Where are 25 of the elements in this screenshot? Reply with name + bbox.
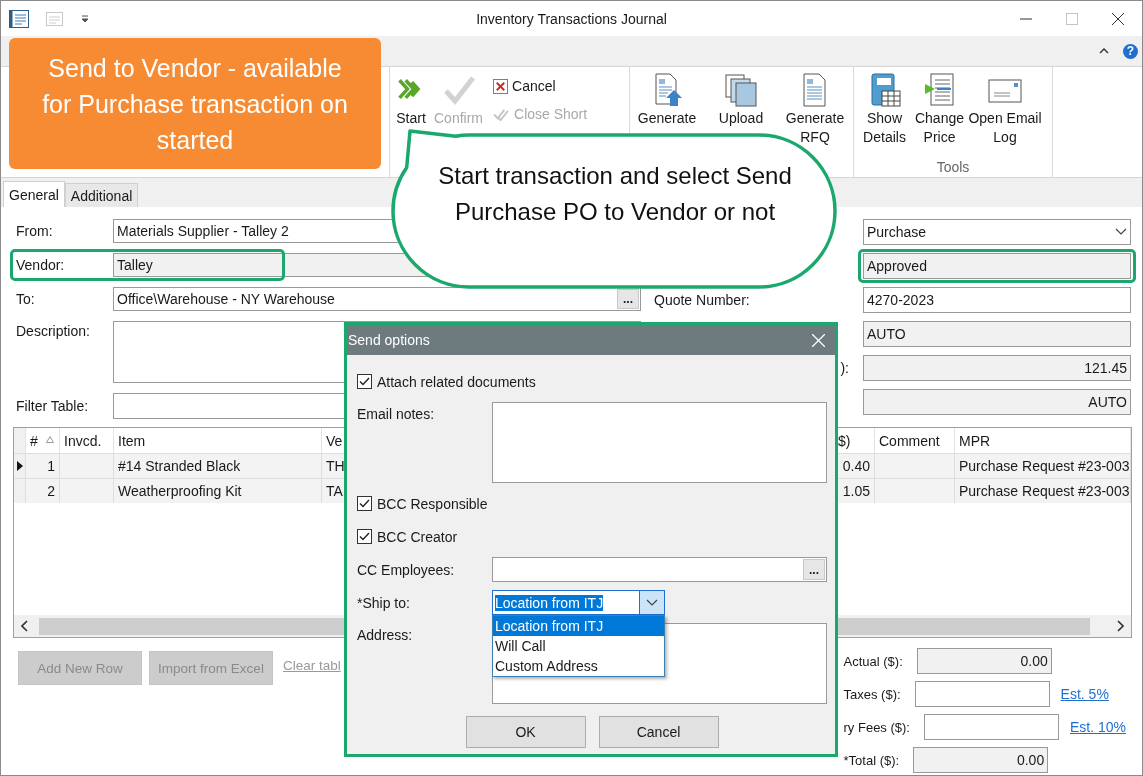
table-cell: Weatherproofing Kit	[114, 478, 322, 503]
table-cell: 2	[26, 478, 60, 503]
table-cell: Purchase Request #23-003	[955, 478, 1131, 503]
field-label: Vendor:	[16, 257, 66, 273]
table-cell: 1	[26, 453, 60, 478]
field-label: Description:	[16, 322, 91, 339]
dialog-title: Send options	[348, 332, 430, 348]
field-label: From:	[16, 223, 54, 239]
field-label: Taxes ($):	[843, 686, 901, 702]
table-cell: Purchase Request #23-003	[955, 453, 1131, 478]
field-label: Quote Number:	[654, 292, 750, 308]
field-label: Email notes:	[357, 405, 436, 422]
field-label: ):	[840, 360, 849, 376]
table-cell: #14 Stranded Black	[114, 453, 322, 478]
field-label: Actual ($):	[843, 653, 903, 669]
field-label: CC Employees:	[357, 561, 456, 578]
field-label: To:	[16, 291, 36, 307]
field-label: ry Fees ($):	[843, 719, 910, 735]
callout-tooltip: Send to Vendor - available for Purchase transaction on started	[9, 38, 381, 169]
field-label: *Total ($):	[843, 752, 900, 768]
field-label: *Ship to:	[357, 594, 411, 611]
window-title: Inventory Transactions Journal	[476, 10, 667, 27]
group-label: Tools	[936, 159, 970, 175]
field-label: Filter Table:	[16, 398, 90, 414]
field-label: Address:	[357, 626, 414, 643]
